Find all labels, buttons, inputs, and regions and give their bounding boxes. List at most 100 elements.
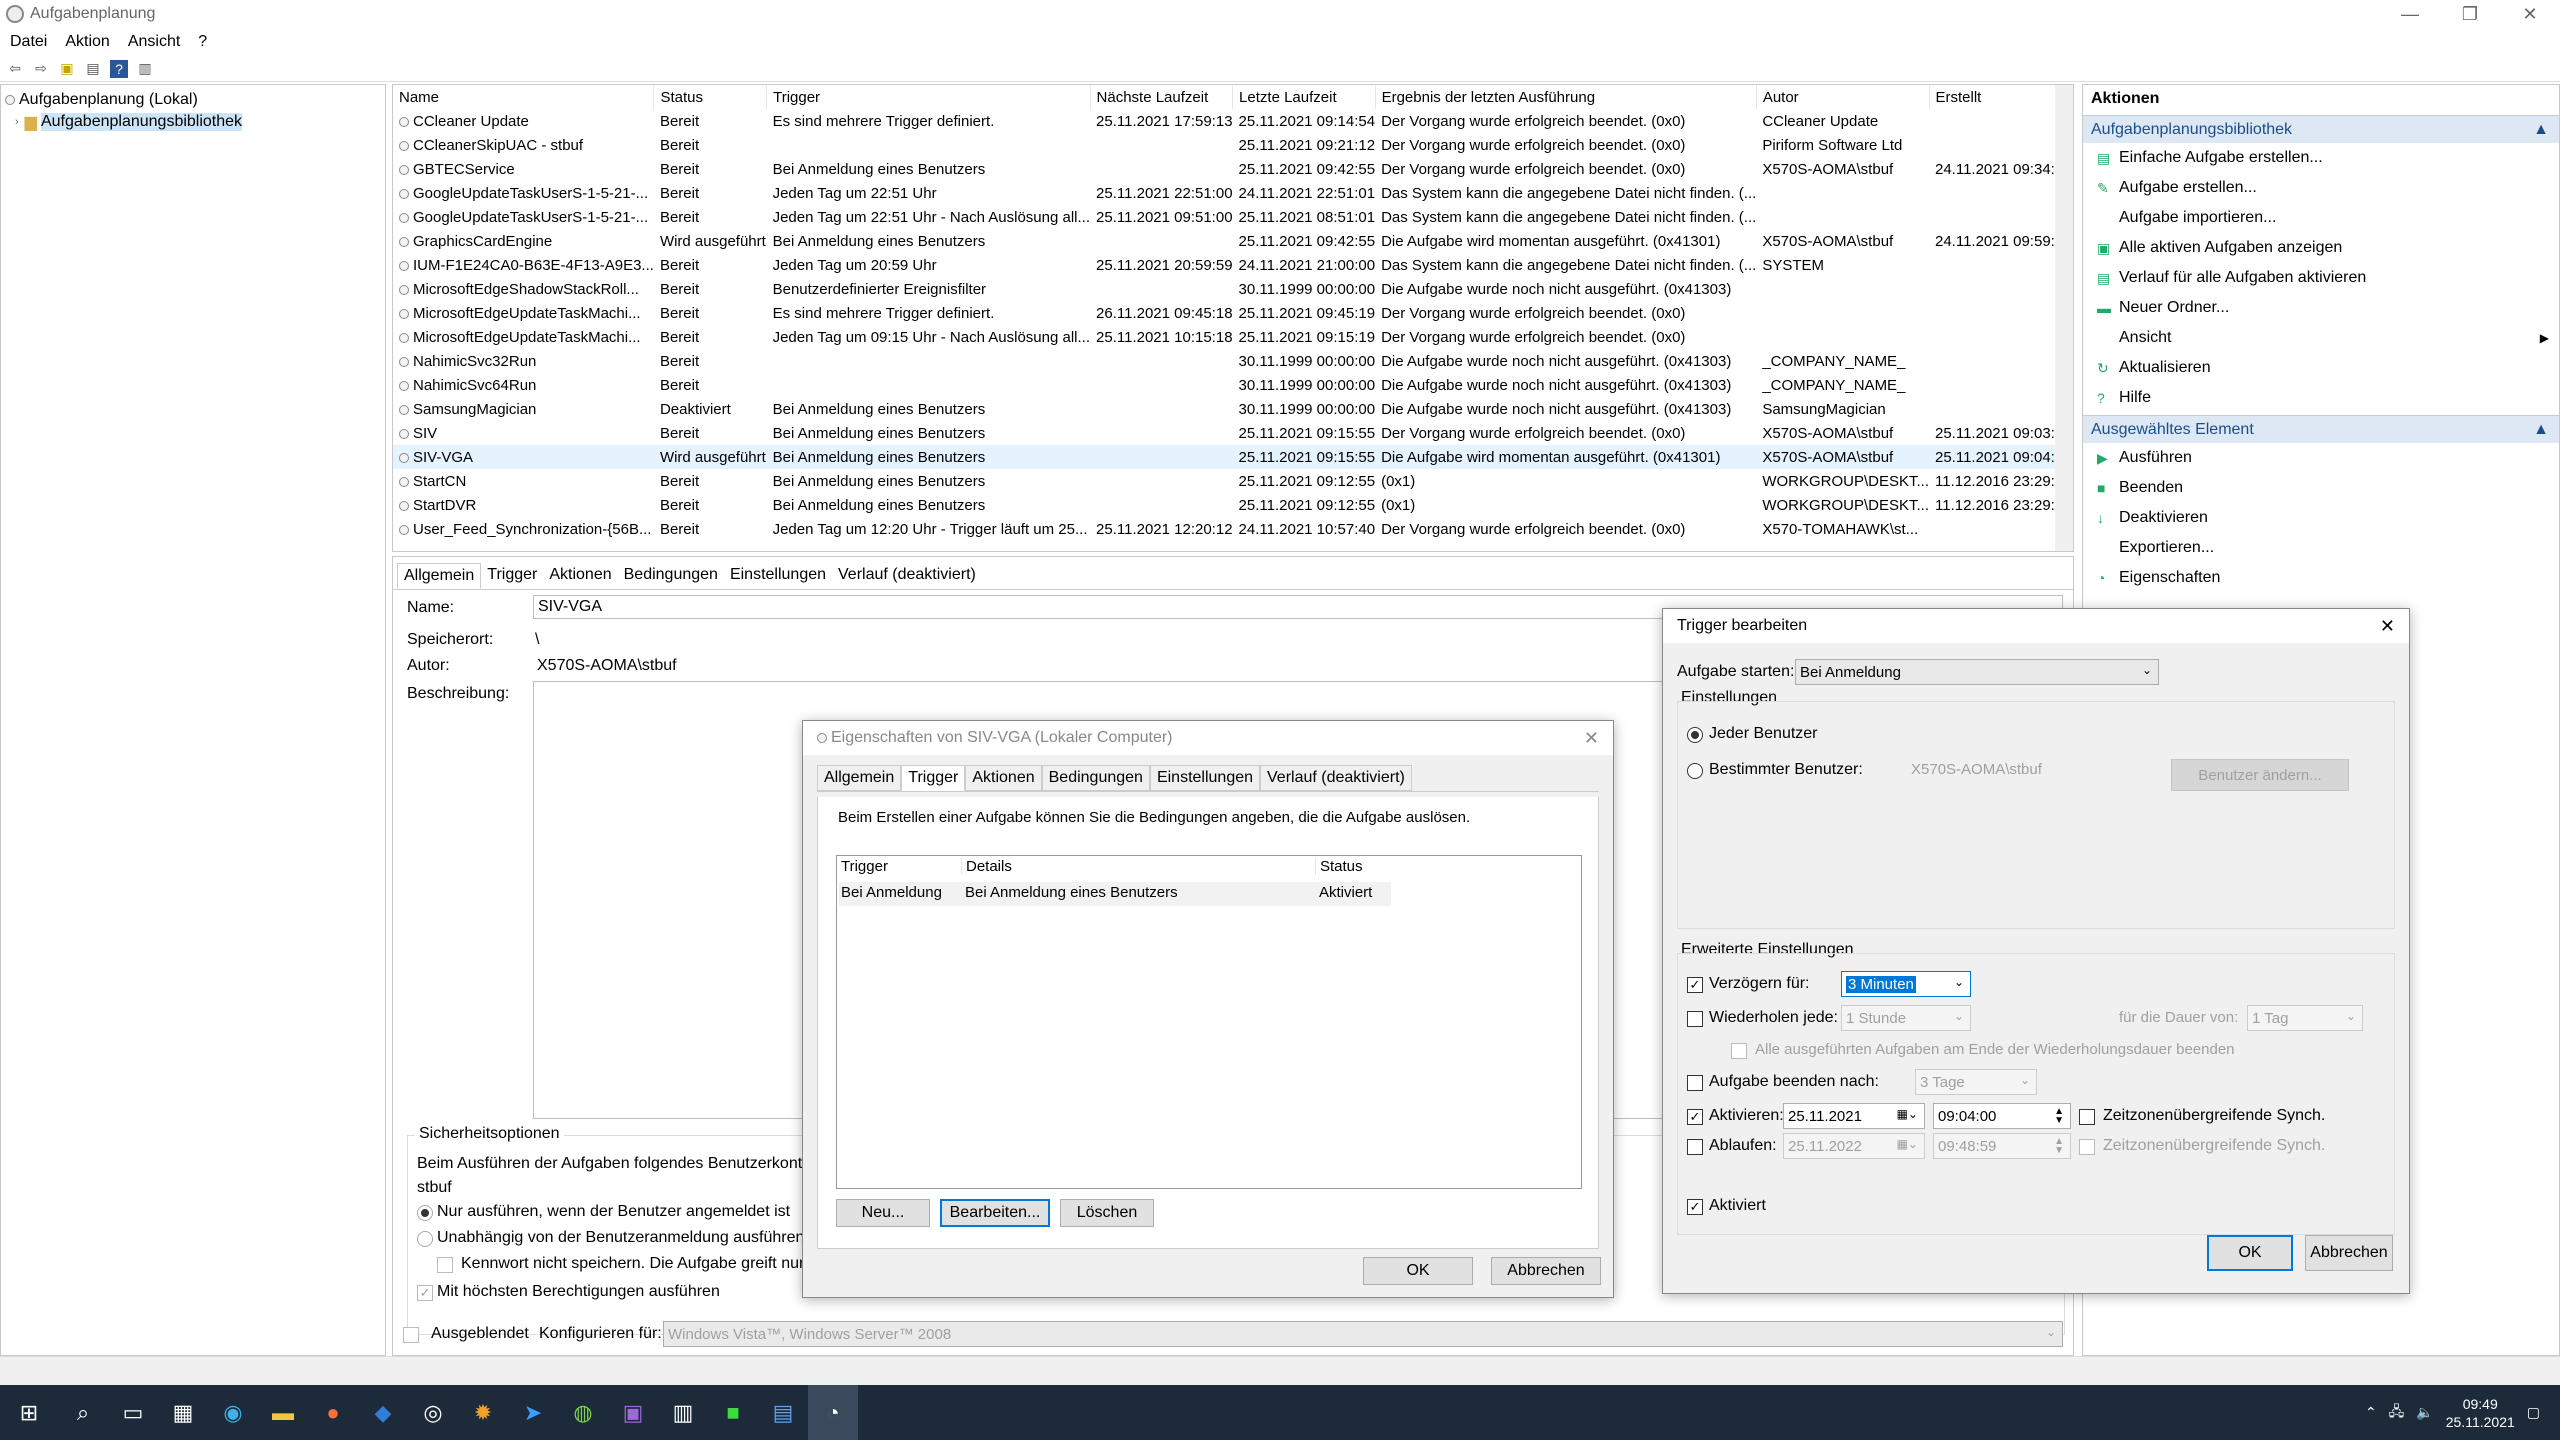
col-header[interactable]: Name [393, 85, 655, 109]
change-user-button[interactable]: Benutzer ändern... [2171, 759, 2349, 791]
action-item[interactable]: ▶ Ausführen [2083, 443, 2559, 473]
actions-section-selected[interactable]: Ausgewähltes Element ▲ [2083, 415, 2559, 443]
task-view-icon[interactable]: ▭ [108, 1385, 158, 1440]
expire-time-spinner[interactable]: 09:48:59 ▲ ▼ [1933, 1133, 2071, 1159]
tree-library[interactable]: › ▆ Aufgabenplanungsbibliothek [5, 111, 381, 133]
action-item[interactable]: ↓ Deaktivieren [2083, 503, 2559, 533]
table-row[interactable]: GoogleUpdateTaskUserS-1-5-21-... Bereit Je… [393, 181, 2073, 205]
action-item[interactable]: ↻ Aktualisieren [2083, 353, 2559, 383]
configure-select[interactable]: Windows Vista™, Windows Server™ 2008 ⌄ [663, 1321, 2063, 1347]
delay-select[interactable]: 3 Minuten ⌄ [1841, 971, 1971, 997]
menu-action[interactable]: Aktion [65, 33, 109, 51]
col-details[interactable]: Details [961, 858, 1012, 875]
tree-root[interactable]: Aufgabenplanung (Lokal) [5, 89, 381, 111]
edge-browser-icon[interactable]: ◉ [208, 1385, 258, 1440]
checkbox-delay[interactable]: ✓ [1687, 977, 1703, 993]
terminal-app-icon[interactable]: ■ [708, 1385, 758, 1440]
tab-actions[interactable]: Aktionen [965, 765, 1042, 791]
checkbox-enabled[interactable]: ✓ [1687, 1199, 1703, 1215]
action-item[interactable]: ▣ Alle aktiven Aufgaben anzeigen [2083, 233, 2559, 263]
new-trigger-button[interactable]: Neu... [836, 1199, 930, 1227]
show-action-pane-icon[interactable]: ▥ [136, 60, 154, 78]
thunderbird-icon[interactable]: ◆ [358, 1385, 408, 1440]
table-row[interactable]: MicrosoftEdgeUpdateTaskMachi... Bereit Es … [393, 301, 2073, 325]
collapse-icon[interactable]: ▲ [2533, 421, 2549, 439]
checkbox-hidden[interactable] [403, 1327, 419, 1343]
col-header[interactable]: Letzte Laufzeit [1232, 85, 1376, 109]
hwinfo-app-icon[interactable]: ▥ [658, 1385, 708, 1440]
action-item[interactable]: ◔ Eigenschaften [2083, 563, 2559, 593]
tab-trigger[interactable]: Trigger [481, 563, 543, 589]
action-item[interactable]: ■ Beenden [2083, 473, 2559, 503]
col-trigger[interactable]: Trigger [841, 858, 888, 875]
spin-arrows-icon[interactable]: ▲ ▼ [2054, 1107, 2064, 1126]
edit-trigger-button[interactable]: Bearbeiten... [940, 1199, 1050, 1227]
calendar-icon[interactable]: ▦⌄ [1897, 1107, 1918, 1121]
menu-help[interactable]: ? [198, 33, 207, 51]
help-icon[interactable]: ? [110, 59, 128, 78]
start-task-select[interactable]: Bei Anmeldung ⌄ [1795, 659, 2159, 685]
cpu-app-icon[interactable]: ▣ [608, 1385, 658, 1440]
forward-arrow-icon[interactable]: ⇨ [32, 60, 50, 78]
checkbox-highest-privileges[interactable]: ✓ [417, 1285, 433, 1301]
menu-file[interactable]: Datei [10, 33, 47, 51]
radio-any-user[interactable] [1687, 727, 1703, 743]
clock-time[interactable]: 09:49 [2446, 1395, 2515, 1413]
document-app-icon[interactable]: ▤ [758, 1385, 808, 1440]
duration-select[interactable]: 1 Tag ⌄ [2247, 1005, 2363, 1031]
action-item[interactable]: Ansicht ▶ [2083, 323, 2559, 353]
col-header[interactable]: Nächste Laufzeit [1090, 85, 1234, 109]
activate-date-picker[interactable]: 25.11.2021 ▦⌄ [1783, 1103, 1925, 1129]
table-row[interactable]: GBTECService Bereit Bei Anmeldung eines Be… [393, 157, 2073, 181]
table-row[interactable]: User_Feed_Synchronization-{56B... Bereit J… [393, 517, 2073, 541]
checkbox-end-after[interactable] [1687, 1075, 1703, 1091]
expire-date-picker[interactable]: 25.11.2022 ▦⌄ [1783, 1133, 1925, 1159]
magnifier-app-icon[interactable]: ◎ [408, 1385, 458, 1440]
repeat-select[interactable]: 1 Stunde ⌄ [1841, 1005, 1971, 1031]
folder-up-icon[interactable]: ▣ [58, 60, 76, 78]
table-row[interactable]: IUM-F1E24CA0-B63E-4F13-A9E3... Bereit Jede… [393, 253, 2073, 277]
action-item[interactable]: ? Hilfe [2083, 383, 2559, 413]
checkbox-tz-sync-activate[interactable] [2079, 1109, 2095, 1125]
tray-volume-icon[interactable]: 🔈 [2416, 1404, 2433, 1421]
tab-conditions[interactable]: Bedingungen [1041, 765, 1150, 791]
tab-actions[interactable]: Aktionen [543, 563, 617, 589]
col-header[interactable]: Autor [1756, 85, 1930, 109]
delete-trigger-button[interactable]: Löschen [1060, 1199, 1154, 1227]
actions-section-library[interactable]: Aufgabenplanungsbibliothek ▲ [2083, 115, 2559, 143]
tab-general[interactable]: Allgemein [817, 765, 902, 791]
trigger-ok-button[interactable]: OK [2207, 1235, 2293, 1271]
table-row[interactable]: SamsungMagician Deaktiviert Bei Anmeldung … [393, 397, 2073, 421]
action-item[interactable]: ▬ Neuer Ordner... [2083, 293, 2559, 323]
activate-time-spinner[interactable]: 09:04:00 ▲ ▼ [1933, 1103, 2071, 1129]
col-header[interactable]: Ergebnis der letzten Ausführung [1375, 85, 1757, 109]
properties-ok-button[interactable]: OK [1363, 1257, 1473, 1285]
arrow-app-icon[interactable]: ➤ [508, 1385, 558, 1440]
firefox-icon[interactable]: ● [308, 1385, 358, 1440]
file-explorer-icon[interactable]: ▬ [258, 1385, 308, 1440]
action-item[interactable]: ▤ Verlauf für alle Aufgaben aktivieren [2083, 263, 2559, 293]
windows-start-icon[interactable]: ⊞ [0, 1385, 58, 1440]
action-item[interactable]: ✎ Aufgabe erstellen... [2083, 173, 2559, 203]
action-item[interactable]: Exportieren... [2083, 533, 2559, 563]
checkbox-expire[interactable] [1687, 1139, 1703, 1155]
table-row[interactable]: StartCN Bereit Bei Anmeldung eines Benutze… [393, 469, 2073, 493]
table-row[interactable]: MicrosoftEdgeUpdateTaskMachi... Bereit Jed… [393, 325, 2073, 349]
tab-conditions[interactable]: Bedingungen [618, 563, 724, 589]
clock-date[interactable]: 25.11.2021 [2446, 1413, 2515, 1431]
chevron-right-icon[interactable]: › [15, 116, 19, 128]
tab-general[interactable]: Allgemein [397, 563, 482, 589]
radio-only-logged-on[interactable] [417, 1205, 433, 1221]
tab-trigger[interactable]: Trigger [901, 765, 966, 791]
spin-arrows-icon[interactable]: ▲ ▼ [2054, 1137, 2064, 1156]
show-hide-tree-icon[interactable]: ▤ [84, 60, 102, 78]
gear-app-icon[interactable]: ✹ [458, 1385, 508, 1440]
table-row[interactable]: SIV-VGA Wird ausgeführt Bei Anmeldung eine… [393, 445, 2073, 469]
maximize-button[interactable]: ❐ [2440, 0, 2500, 28]
minimize-button[interactable]: — [2380, 0, 2440, 28]
properties-cancel-button[interactable]: Abbrechen [1491, 1257, 1601, 1285]
menu-view[interactable]: Ansicht [128, 33, 180, 51]
task-list-scrollbar[interactable] [2055, 85, 2073, 551]
close-button[interactable]: ✕ [2500, 0, 2560, 28]
search-icon[interactable]: ⌕ [58, 1385, 108, 1440]
